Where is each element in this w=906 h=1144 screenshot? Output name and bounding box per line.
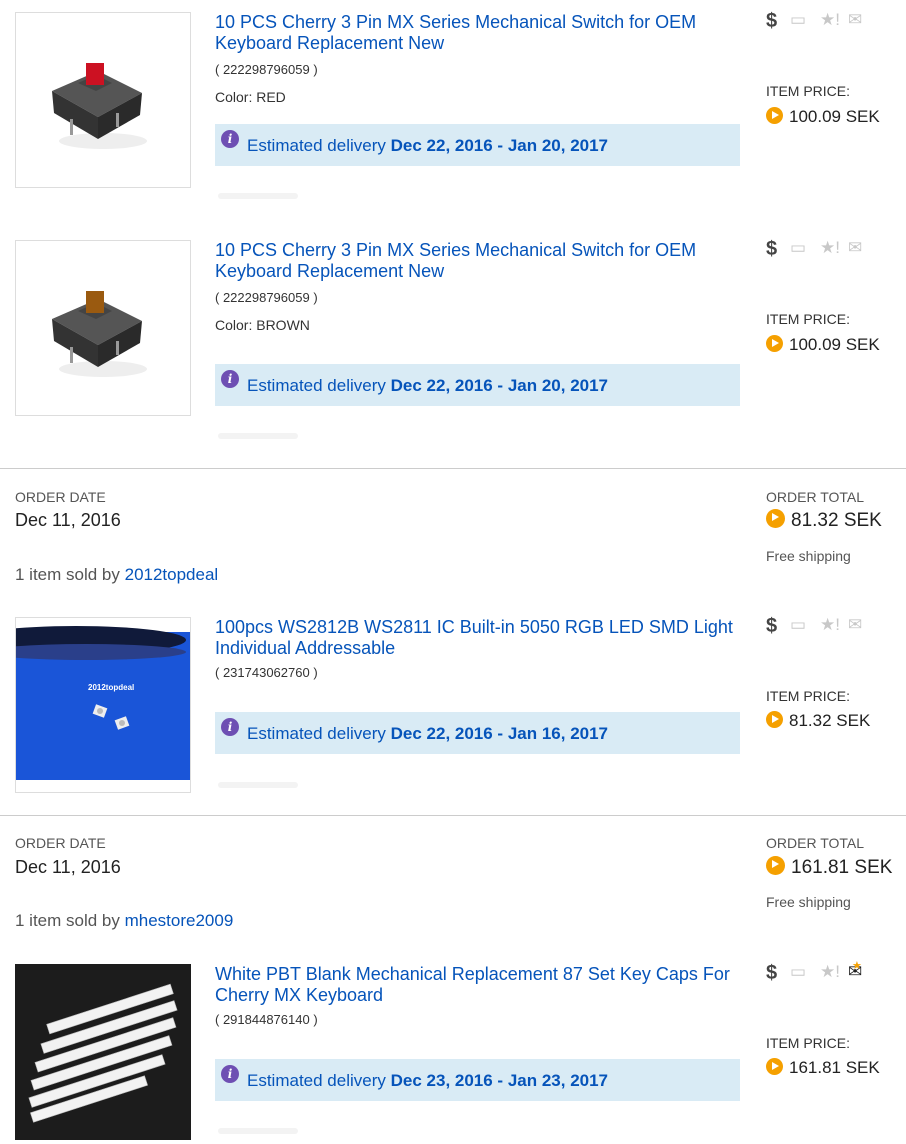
item-image[interactable]: 2012topdeal [15, 617, 191, 793]
feedback-star-icon: ★! [820, 615, 840, 634]
item-title-link[interactable]: 100pcs WS2812B WS2811 IC Built-in 5050 R… [215, 617, 735, 659]
order-date: Dec 11, 2016 [15, 857, 121, 877]
order-date-label: ORDER DATE [15, 835, 106, 851]
info-icon: i [221, 718, 239, 736]
sold-by: 1 item sold by 2012topdeal [15, 565, 218, 585]
estimated-delivery: i Estimated delivery Dec 23, 2016 - Jan … [215, 1059, 740, 1101]
delivery-range: Dec 22, 2016 - Jan 20, 2017 [390, 376, 609, 395]
item-number: ( 231743062760 ) [215, 665, 318, 680]
coin-icon [766, 856, 785, 875]
status-icons: $ ▭ ★! ✉ [766, 238, 876, 262]
switch-stem [86, 63, 104, 85]
item-price-label: ITEM PRICE: [766, 311, 851, 327]
estimated-delivery: i Estimated delivery Dec 22, 2016 - Jan … [215, 364, 740, 406]
delivery-range: Dec 23, 2016 - Jan 23, 2017 [390, 1071, 609, 1090]
item-price-label: ITEM PRICE: [766, 83, 851, 99]
seller-link[interactable]: mhestore2009 [125, 911, 234, 930]
status-icons: $ ▭ ★! ✉ [766, 615, 876, 639]
item-price-label: ITEM PRICE: [766, 1035, 851, 1051]
coin-icon [766, 509, 785, 528]
shipped-box-icon: ▭ [790, 962, 807, 981]
switch-stem [86, 291, 104, 313]
faint-text [218, 433, 298, 439]
item-price-label: ITEM PRICE: [766, 688, 851, 704]
item-title-link[interactable]: White PBT Blank Mechanical Replacement 8… [215, 964, 735, 1006]
item-image[interactable] [15, 964, 191, 1140]
item-price: 100.09 SEK [766, 335, 880, 355]
order-total-label: ORDER TOTAL [766, 489, 865, 505]
feedback-star-icon: ★! [820, 962, 840, 981]
faint-text [218, 193, 298, 199]
item-image[interactable] [15, 12, 191, 188]
item-price: 100.09 SEK [766, 107, 880, 127]
item-number: ( 222298796059 ) [215, 290, 318, 305]
shipping-status: Free shipping [766, 548, 851, 564]
order-total: 81.32 SEK [766, 509, 882, 532]
dollar-icon: $ [766, 10, 778, 32]
info-icon: i [221, 1065, 239, 1083]
image-watermark: 2012topdeal [88, 683, 134, 692]
message-envelope-icon: ✉ ★ [848, 960, 863, 981]
delivery-prefix: Estimated delivery [247, 724, 391, 743]
item-title-link[interactable]: 10 PCS Cherry 3 Pin MX Series Mechanical… [215, 240, 735, 282]
message-envelope-icon: ✉ [848, 615, 863, 634]
dollar-icon: $ [766, 962, 778, 984]
sold-by: 1 item sold by mhestore2009 [15, 911, 233, 931]
dollar-icon: $ [766, 238, 778, 260]
order-total: 161.81 SEK [766, 856, 892, 879]
message-envelope-icon: ✉ [848, 238, 863, 257]
message-envelope-icon: ✉ [848, 10, 863, 29]
order-date: Dec 11, 2016 [15, 510, 121, 530]
status-icons: $ ▭ ★! ✉ ★ [766, 960, 876, 986]
shipping-status: Free shipping [766, 894, 851, 910]
feedback-star-icon: ★! [820, 10, 840, 29]
coin-icon [766, 1058, 783, 1075]
seller-link[interactable]: 2012topdeal [125, 565, 219, 584]
info-icon: i [221, 370, 239, 388]
shipped-box-icon: ▭ [790, 10, 807, 29]
item-variation: Color: BROWN [215, 317, 310, 333]
item-variation: Color: RED [215, 89, 286, 105]
delivery-prefix: Estimated delivery [247, 1071, 391, 1090]
item-number: ( 291844876140 ) [215, 1012, 318, 1027]
dollar-icon: $ [766, 615, 778, 637]
delivery-range: Dec 22, 2016 - Jan 20, 2017 [390, 136, 609, 155]
order-date-label: ORDER DATE [15, 489, 106, 505]
sold-by-prefix: 1 item sold by [15, 565, 125, 584]
item-number: ( 222298796059 ) [215, 62, 318, 77]
coin-icon [766, 335, 783, 352]
faint-text [218, 782, 298, 788]
item-price: 81.32 SEK [766, 711, 870, 731]
estimated-delivery: i Estimated delivery Dec 22, 2016 - Jan … [215, 124, 740, 166]
status-icons: $ ▭ ★! ✉ [766, 10, 876, 34]
item-title-link[interactable]: 10 PCS Cherry 3 Pin MX Series Mechanical… [215, 12, 735, 54]
faint-text [218, 1128, 298, 1134]
sold-by-prefix: 1 item sold by [15, 911, 125, 930]
info-icon: i [221, 130, 239, 148]
order-total-label: ORDER TOTAL [766, 835, 865, 851]
coin-icon [766, 711, 783, 728]
order-divider [0, 815, 906, 816]
shipped-box-icon: ▭ [790, 615, 807, 634]
feedback-star-icon: ★! [820, 238, 840, 257]
shipped-box-icon: ▭ [790, 238, 807, 257]
order-divider [0, 468, 906, 469]
estimated-delivery: i Estimated delivery Dec 22, 2016 - Jan … [215, 712, 740, 754]
delivery-range: Dec 22, 2016 - Jan 16, 2017 [390, 724, 609, 743]
coin-icon [766, 107, 783, 124]
item-image[interactable] [15, 240, 191, 416]
item-price: 161.81 SEK [766, 1058, 880, 1078]
delivery-prefix: Estimated delivery [247, 376, 391, 395]
delivery-prefix: Estimated delivery [247, 136, 391, 155]
